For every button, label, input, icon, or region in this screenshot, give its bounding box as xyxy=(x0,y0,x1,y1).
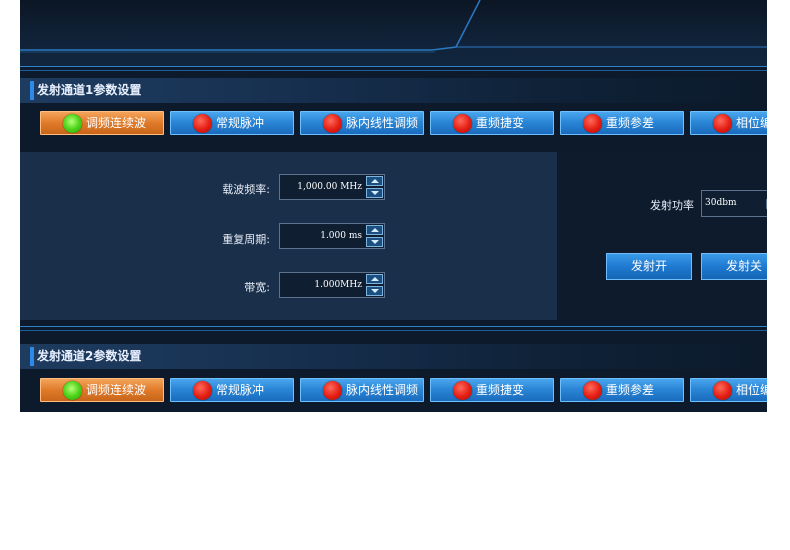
channel1-tab-prf-stagger[interactable]: 重频参差 xyxy=(560,111,684,135)
red-dot-icon xyxy=(453,114,472,133)
tab-label: 重频参差 xyxy=(606,116,655,130)
green-dot-icon xyxy=(63,114,82,133)
red-dot-icon xyxy=(713,114,732,133)
header-separator xyxy=(20,66,767,76)
tab-label: 重频参差 xyxy=(606,383,655,397)
select-divider xyxy=(766,199,767,209)
repeat-period-increment[interactable] xyxy=(366,225,383,235)
red-dot-icon xyxy=(323,114,342,133)
red-dot-icon xyxy=(453,381,472,400)
green-dot-icon xyxy=(63,381,82,400)
channel1-power-panel xyxy=(557,152,767,320)
channel1-tab-normal-pulse[interactable]: 常规脉冲 xyxy=(170,111,294,135)
carrier-freq-decrement[interactable] xyxy=(366,188,383,198)
triangle-up-icon xyxy=(371,228,379,232)
tx-on-button[interactable]: 发射开 xyxy=(606,253,692,280)
red-dot-icon xyxy=(583,114,602,133)
channel2-title: 发射通道2参数设置 xyxy=(37,349,142,363)
bandwidth-label: 带宽: xyxy=(244,281,270,294)
triangle-up-icon xyxy=(371,277,379,281)
tab-label: 调频连续波 xyxy=(86,116,147,130)
channel1-tab-fmcw[interactable]: 调频连续波 xyxy=(40,111,164,135)
tab-label: 重频捷变 xyxy=(476,116,525,130)
repeat-period-spinbox[interactable]: 1.000 ms xyxy=(279,223,385,249)
red-dot-icon xyxy=(193,114,212,133)
tx-off-button[interactable]: 发射关 xyxy=(701,253,767,280)
red-dot-icon xyxy=(323,381,342,400)
channel2-tab-fmcw[interactable]: 调频连续波 xyxy=(40,378,164,402)
triangle-up-icon xyxy=(371,179,379,183)
carrier-freq-increment[interactable] xyxy=(366,176,383,186)
header-decoration xyxy=(20,0,767,53)
channel2-tab-lfm-pulse[interactable]: 脉内线性调频 xyxy=(300,378,424,402)
red-dot-icon xyxy=(713,381,732,400)
tab-label: 相位编码 xyxy=(736,383,767,397)
channel2-mode-tabs: 调频连续波 常规脉冲 脉内线性调频 重频捷变 重频参差 相位编码 xyxy=(20,378,767,406)
carrier-freq-value: 1,000.00 MHz xyxy=(297,182,362,192)
section-separator xyxy=(20,326,767,336)
tx-power-label: 发射功率 xyxy=(650,199,694,212)
channel1-title-bar: 发射通道1参数设置 xyxy=(20,78,767,103)
red-dot-icon xyxy=(583,381,602,400)
repeat-period-decrement[interactable] xyxy=(366,237,383,247)
tx-power-select[interactable]: 30dbm xyxy=(701,190,767,217)
tab-label: 相位编码 xyxy=(736,116,767,130)
repeat-period-value: 1.000 ms xyxy=(320,231,362,241)
triangle-down-icon xyxy=(371,240,379,244)
tab-label: 脉内线性调频 xyxy=(346,383,419,397)
title-accent-bar xyxy=(30,347,34,366)
channel1-tab-prf-agile[interactable]: 重频捷变 xyxy=(430,111,554,135)
header-banner xyxy=(20,0,767,66)
channel2-tab-prf-agile[interactable]: 重频捷变 xyxy=(430,378,554,402)
repeat-period-label: 重复周期: xyxy=(222,233,270,246)
carrier-freq-spinbox[interactable]: 1,000.00 MHz xyxy=(279,174,385,200)
carrier-freq-label: 载波频率: xyxy=(222,183,270,196)
tab-label: 重频捷变 xyxy=(476,383,525,397)
tab-label: 常规脉冲 xyxy=(216,383,265,397)
tab-label: 脉内线性调频 xyxy=(346,116,419,130)
channel1-tab-lfm-pulse[interactable]: 脉内线性调频 xyxy=(300,111,424,135)
tab-label: 常规脉冲 xyxy=(216,116,265,130)
channel2-tab-phase-code[interactable]: 相位编码 xyxy=(690,378,767,402)
tx-power-value: 30dbm xyxy=(705,198,737,208)
triangle-down-icon xyxy=(371,191,379,195)
bandwidth-decrement[interactable] xyxy=(366,286,383,296)
channel1-mode-tabs: 调频连续波 常规脉冲 脉内线性调频 重频捷变 重频参差 相位编码 xyxy=(20,111,767,139)
red-dot-icon xyxy=(193,381,212,400)
channel2-tab-normal-pulse[interactable]: 常规脉冲 xyxy=(170,378,294,402)
tab-label: 调频连续波 xyxy=(86,383,147,397)
channel1-tab-phase-code[interactable]: 相位编码 xyxy=(690,111,767,135)
title-accent-bar xyxy=(30,81,34,100)
app-window: 发射通道1参数设置 调频连续波 常规脉冲 脉内线性调频 重频捷变 重频参差 相位… xyxy=(20,0,767,412)
channel1-title: 发射通道1参数设置 xyxy=(37,83,142,97)
bandwidth-increment[interactable] xyxy=(366,274,383,284)
bandwidth-value: 1.000MHz xyxy=(314,280,362,290)
bandwidth-spinbox[interactable]: 1.000MHz xyxy=(279,272,385,298)
triangle-down-icon xyxy=(371,289,379,293)
channel1-params-panel: 载波频率: 1,000.00 MHz 重复周期: 1.000 ms 带宽: 1.… xyxy=(20,152,557,320)
channel2-tab-prf-stagger[interactable]: 重频参差 xyxy=(560,378,684,402)
channel2-title-bar: 发射通道2参数设置 xyxy=(20,344,767,369)
